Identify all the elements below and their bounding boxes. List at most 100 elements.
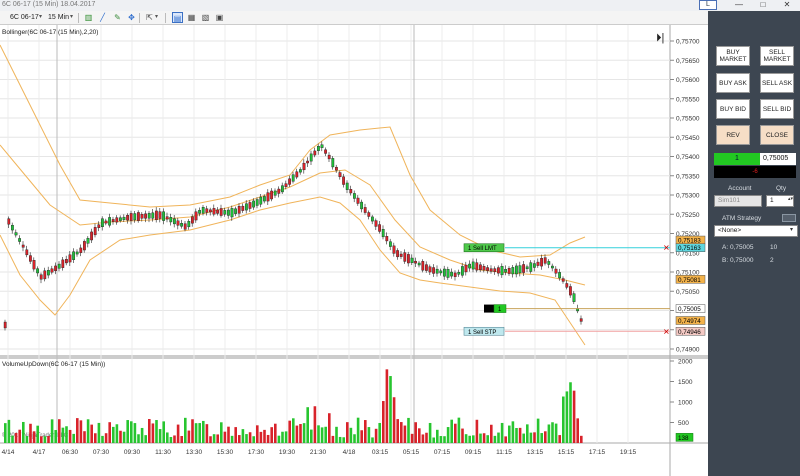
volume-bar xyxy=(313,406,317,443)
ask-price: A: 0,75005 xyxy=(722,244,754,251)
reverse-button[interactable]: REV xyxy=(716,125,750,145)
candle-body xyxy=(479,264,482,271)
volume-bar xyxy=(562,396,565,443)
volume-bar xyxy=(544,431,547,443)
volume-bar xyxy=(137,434,140,443)
volume-bar xyxy=(324,426,327,443)
candle-body xyxy=(79,247,83,253)
candle-body xyxy=(183,223,187,230)
cursor-dropdown-icon[interactable]: ▾ xyxy=(155,12,158,23)
time-axis-label: 06:30 xyxy=(62,449,79,456)
volume-bar xyxy=(360,430,363,443)
volume-bar xyxy=(216,434,219,443)
minimize-icon[interactable]: — xyxy=(728,0,750,11)
maximize-icon[interactable]: □ xyxy=(752,0,774,11)
close-button[interactable]: CLOSE xyxy=(760,125,794,145)
candle-body xyxy=(446,269,450,278)
volume-bar xyxy=(155,420,158,443)
volume-bar xyxy=(464,434,468,443)
candle-body xyxy=(281,185,284,193)
interval-selector[interactable]: 15 Min xyxy=(48,12,69,23)
close-icon[interactable]: ✕ xyxy=(776,0,798,11)
candle-body xyxy=(252,200,255,208)
chart-trader-icon[interactable]: ▤ xyxy=(172,12,183,23)
atm-settings-icon[interactable] xyxy=(782,214,796,222)
candle-body xyxy=(241,205,245,211)
volume-bar xyxy=(166,432,169,443)
candle-body xyxy=(525,266,529,270)
price-axis-label: 0,74900 xyxy=(676,347,700,354)
sell-bid-button[interactable]: SELL BID xyxy=(760,99,794,119)
candle-body xyxy=(115,217,119,223)
chart-trader-panel: BUY MARKET SELL MARKET BUY ASK SELL ASK BUY BI… xyxy=(708,11,800,476)
candle-body xyxy=(255,199,259,206)
volume-bar xyxy=(7,419,11,443)
chart-canvas[interactable]: 0,75700 0,75650 0,75600 0,75550 0,75500 0,754… xyxy=(0,25,708,476)
draw-pen-icon[interactable]: ✎ xyxy=(112,12,123,23)
strategies-icon[interactable]: ▣ xyxy=(214,12,225,23)
volume-bar xyxy=(500,422,504,443)
candle-body xyxy=(176,220,180,226)
price-axis-label: 0,75650 xyxy=(676,58,700,65)
time-axis-label: 4/17 xyxy=(33,449,46,456)
instrument-selector[interactable]: 6C 06-17 xyxy=(10,12,39,23)
position-quantity: 1 xyxy=(714,153,760,165)
volume-bar xyxy=(4,423,7,443)
buy-bid-button[interactable]: BUY BID xyxy=(716,99,750,119)
candle-body xyxy=(97,224,101,228)
price-chart[interactable]: 0,75700 0,75650 0,75600 0,75550 0,75500 0,754… xyxy=(0,25,708,476)
candle-body xyxy=(270,190,273,200)
link-button[interactable]: L xyxy=(699,0,717,10)
time-axis-label: 17:15 xyxy=(589,449,606,456)
properties-icon[interactable]: ✥ xyxy=(126,12,137,23)
candle-body xyxy=(158,211,162,219)
candle-body xyxy=(410,257,414,263)
candle-body xyxy=(489,268,493,272)
time-axis-label: 4/18 xyxy=(343,449,356,456)
candle-body xyxy=(3,321,7,329)
volume-bar xyxy=(209,436,212,443)
interval-dropdown-icon[interactable]: ▾ xyxy=(70,12,73,23)
volume-axis-label: 1000 xyxy=(678,400,693,407)
candle-body xyxy=(396,250,399,258)
sell-ask-button[interactable]: SELL ASK xyxy=(760,73,794,93)
volume-bar xyxy=(457,417,461,443)
time-axis-label: 17:30 xyxy=(248,449,265,456)
volume-bar xyxy=(497,432,500,443)
volume-axis-label: 500 xyxy=(678,420,689,427)
candle-body xyxy=(331,158,335,168)
candle-body xyxy=(432,267,435,274)
account-select[interactable]: Sim101 xyxy=(714,195,762,207)
buy-market-button[interactable]: BUY MARKET xyxy=(716,46,750,66)
candle-body xyxy=(244,203,248,211)
volume-bar xyxy=(392,397,396,443)
buy-ask-button[interactable]: BUY ASK xyxy=(716,73,750,93)
volume-bar xyxy=(119,430,122,443)
candle-body xyxy=(500,266,504,276)
candle-body xyxy=(425,264,428,271)
candle-body xyxy=(547,261,551,265)
data-box-icon[interactable]: ▦ xyxy=(186,12,197,23)
volume-bar xyxy=(180,436,183,443)
price-tag-label: 0,74974 xyxy=(678,318,701,325)
bar-type-icon[interactable]: ▥ xyxy=(83,12,94,23)
candle-body xyxy=(198,209,201,214)
candle-body xyxy=(493,268,497,272)
candle-body xyxy=(554,268,558,274)
chevron-down-icon[interactable]: ▾ xyxy=(790,226,793,233)
volume-bar xyxy=(61,427,65,443)
candle-body xyxy=(259,196,263,205)
volume-bar xyxy=(212,434,216,443)
cursor-icon[interactable]: ⇱ xyxy=(144,12,155,23)
draw-line-icon[interactable]: ╱ xyxy=(97,12,108,23)
volume-bar xyxy=(11,435,14,443)
sell-market-button[interactable]: SELL MARKET xyxy=(760,46,794,66)
candle-body xyxy=(371,216,374,222)
volume-bar xyxy=(353,434,356,443)
atm-strategy-select[interactable]: <None> xyxy=(714,225,798,237)
indicators-icon[interactable]: ▧ xyxy=(200,12,211,23)
volume-bar xyxy=(130,421,133,443)
quantity-spinner-icon[interactable]: ▴▾ xyxy=(788,196,793,202)
instrument-dropdown-icon[interactable]: ▾ xyxy=(39,12,42,23)
candle-body xyxy=(414,260,417,264)
